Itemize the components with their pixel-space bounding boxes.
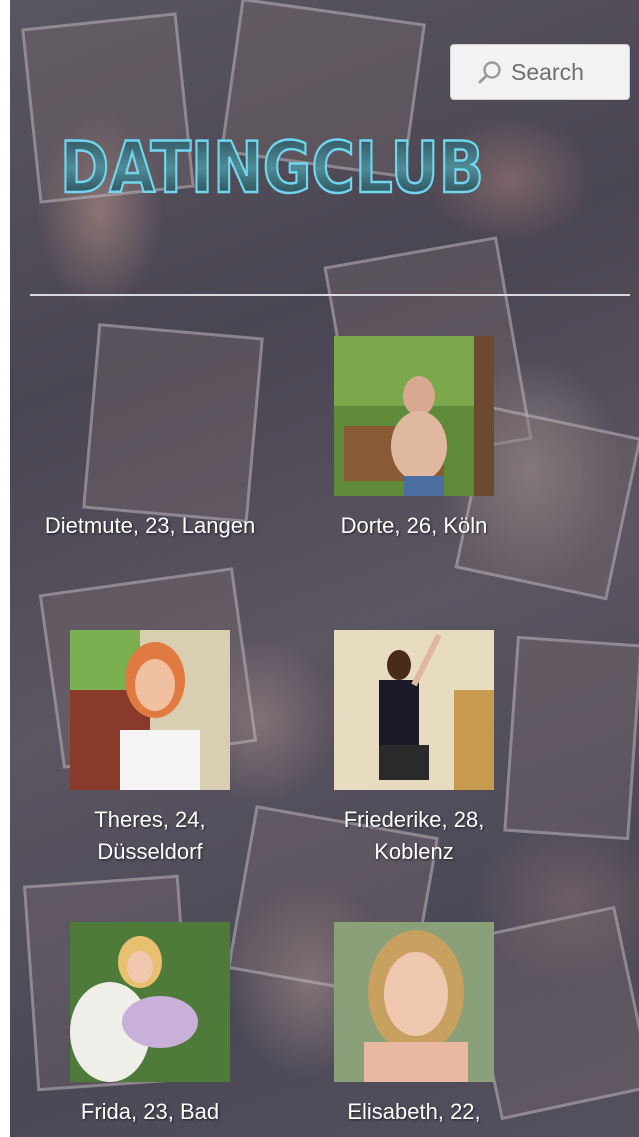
profile-label[interactable]: Frida, 23, Bad xyxy=(20,1096,280,1128)
profile-photo[interactable] xyxy=(334,336,494,496)
profile-label[interactable]: Dorte, 26, Köln xyxy=(284,510,544,542)
profile-photo-image xyxy=(334,630,494,790)
header-divider xyxy=(30,294,630,296)
profile-label[interactable]: Theres, 24, Düsseldorf xyxy=(20,804,280,868)
profile-label[interactable]: Elisabeth, 22, xyxy=(284,1096,544,1128)
profile-photo[interactable] xyxy=(70,630,230,790)
profile-photo[interactable] xyxy=(70,922,230,1082)
page-background: Search DATINGCLUB Dietmute, 23, Langen D… xyxy=(10,0,639,1137)
profile-card[interactable]: Dietmute, 23, Langen xyxy=(20,336,280,542)
profile-photo-image xyxy=(70,922,230,1082)
profile-card[interactable]: Theres, 24, Düsseldorf xyxy=(20,630,280,868)
profile-photo[interactable] xyxy=(334,630,494,790)
magnifier-icon xyxy=(478,61,501,84)
logo-text: DATINGCLUB xyxy=(60,127,484,209)
search-input[interactable]: Search xyxy=(450,44,630,100)
profile-label[interactable]: Friederike, 28, Koblenz xyxy=(284,804,544,868)
profile-label[interactable]: Dietmute, 23, Langen xyxy=(20,510,280,542)
search-placeholder: Search xyxy=(511,58,584,85)
profile-photo-placeholder xyxy=(70,336,230,496)
profile-photo[interactable] xyxy=(334,922,494,1082)
logo-wordmark: DATINGCLUB xyxy=(59,126,486,211)
profile-card[interactable]: Elisabeth, 22, xyxy=(284,922,544,1128)
site-logo[interactable]: DATINGCLUB xyxy=(58,120,488,215)
profile-photo-image xyxy=(334,336,494,496)
profile-card[interactable]: Dorte, 26, Köln xyxy=(284,336,544,542)
profile-card[interactable]: Frida, 23, Bad xyxy=(20,922,280,1128)
profile-photo-image xyxy=(70,630,230,790)
profile-card[interactable]: Friederike, 28, Koblenz xyxy=(284,630,544,868)
profile-photo-image xyxy=(334,922,494,1082)
